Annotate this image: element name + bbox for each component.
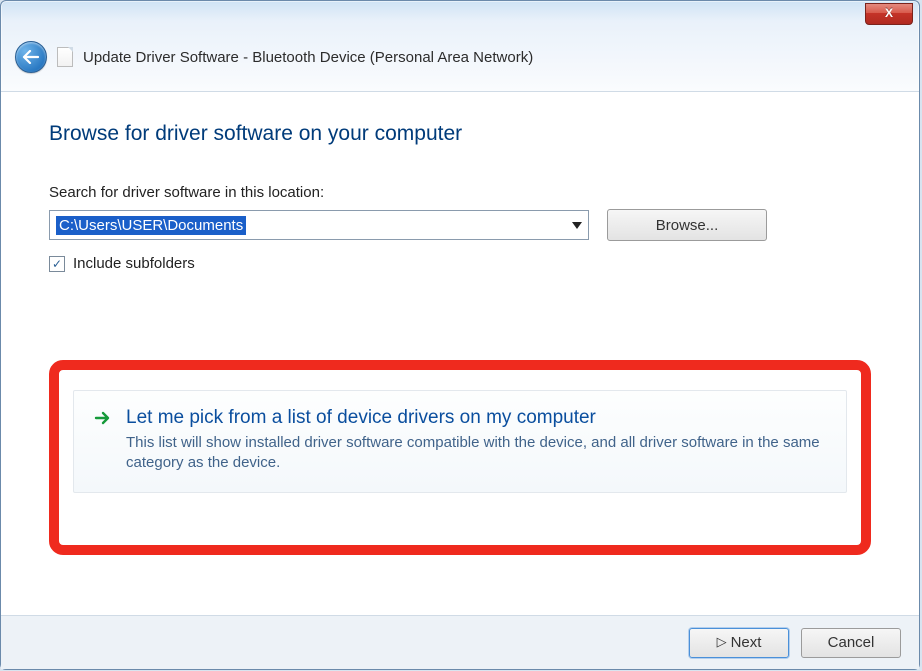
browse-button[interactable]: Browse... <box>607 209 767 241</box>
page-heading: Browse for driver software on your compu… <box>49 122 871 146</box>
installer-file-icon <box>57 47 73 67</box>
footer: ▷ Next Cancel <box>1 615 919 669</box>
option-text: Let me pick from a list of device driver… <box>126 407 830 474</box>
path-row: C:\Users\USER\Documents Browse... <box>49 209 871 241</box>
close-icon: X <box>885 6 893 20</box>
location-value: C:\Users\USER\Documents <box>56 216 246 235</box>
next-button-label: Next <box>731 634 762 651</box>
arrow-right-icon <box>92 407 114 429</box>
pick-from-list-option[interactable]: Let me pick from a list of device driver… <box>73 390 847 493</box>
header: Update Driver Software - Bluetooth Devic… <box>1 31 919 92</box>
close-button[interactable]: X <box>865 3 913 25</box>
location-combobox[interactable]: C:\Users\USER\Documents <box>49 210 589 240</box>
titlebar: X <box>1 1 919 31</box>
highlight-annotation: Let me pick from a list of device driver… <box>49 360 871 555</box>
next-button[interactable]: ▷ Next <box>689 628 789 658</box>
search-location-label: Search for driver software in this locat… <box>49 184 871 201</box>
dialog-window: X Update Driver Software - Bluetooth Dev… <box>0 0 920 670</box>
content-area: Browse for driver software on your compu… <box>1 92 919 565</box>
cursor-icon: ▷ <box>717 634 727 650</box>
window-title: Update Driver Software - Bluetooth Devic… <box>83 49 533 66</box>
back-arrow-icon <box>22 50 40 64</box>
include-subfolders-row: ✓ Include subfolders <box>49 255 871 272</box>
include-subfolders-label: Include subfolders <box>73 255 195 272</box>
option-description: This list will show installed driver sof… <box>126 433 830 474</box>
option-title: Let me pick from a list of device driver… <box>126 407 830 429</box>
include-subfolders-checkbox[interactable]: ✓ <box>49 256 65 272</box>
cancel-button[interactable]: Cancel <box>801 628 901 658</box>
chevron-down-icon[interactable] <box>572 222 582 229</box>
back-button[interactable] <box>15 41 47 73</box>
